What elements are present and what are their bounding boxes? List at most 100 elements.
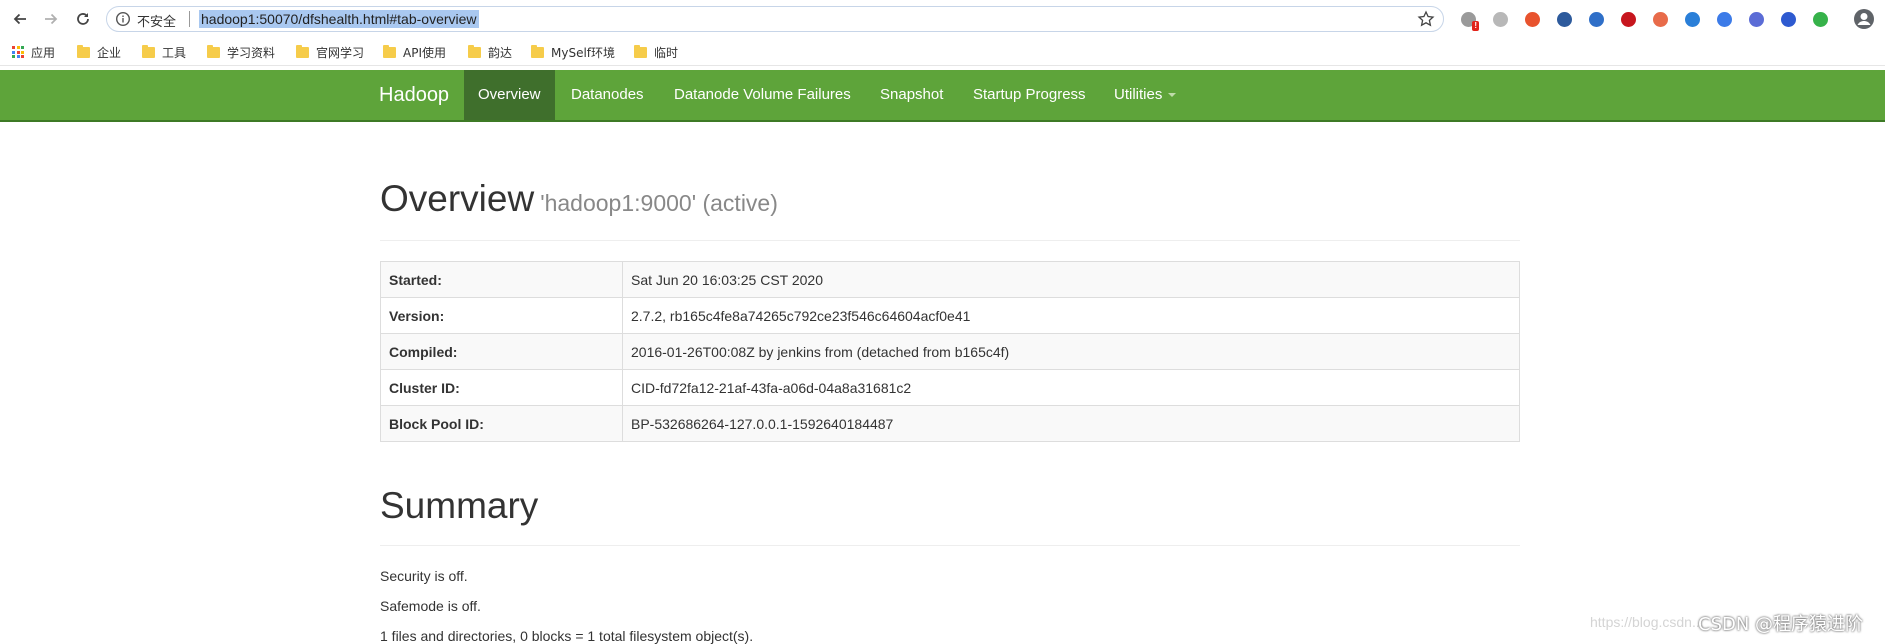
extension-badge: ! [1472,21,1479,31]
profile-avatar-icon[interactable] [1853,8,1875,30]
summary-heading: Summary [380,485,539,526]
row-key: Cluster ID: [380,369,623,406]
folder-icon [207,44,220,58]
overview-table: Started: Sat Jun 20 16:03:25 CST 2020 Ve… [380,261,1520,442]
bookmark-folder[interactable]: 韵达 [468,42,512,62]
filesystem-objects: 1 files and directories, 0 blocks = 1 to… [380,628,754,644]
folder-icon [77,44,90,58]
extension-dot [1812,11,1828,27]
ext-5-icon[interactable] [1585,8,1607,30]
bookmark-label: 临时 [654,45,679,60]
security-status: Security is off. [380,568,468,584]
extension-dot [1652,11,1668,27]
bookmark-folder[interactable]: 工具 [142,42,186,62]
watermark-url: https://blog.csdn... [1590,614,1704,630]
address-bar[interactable]: 不安全 hadoop1:50070/dfshealth.html#tab-ove… [106,6,1444,32]
bookmark-label: 工具 [162,45,187,60]
ext-2-icon[interactable] [1489,8,1511,30]
ext-8-icon[interactable] [1681,8,1703,30]
forward-button[interactable] [40,8,62,30]
folder-icon [634,44,647,58]
ext-abp-icon[interactable] [1617,8,1639,30]
bookmark-folder[interactable]: MySelf环境 [531,42,615,62]
security-label: 不安全 [137,15,177,30]
caret-down-icon [1168,93,1177,98]
extension-dot [1620,11,1636,27]
ext-1-icon[interactable]: ! [1457,8,1479,31]
extension-dot [1588,11,1604,27]
divider [380,545,1520,546]
row-key: Version: [380,297,623,334]
table-row: Compiled: 2016-01-26T00:08Z by jenkins f… [380,333,1520,370]
extension-dot [1716,11,1732,27]
url-text[interactable]: hadoop1:50070/dfshealth.html#tab-overvie… [199,10,479,28]
ext-3-icon[interactable] [1521,8,1543,30]
bookmarks-bar: 应用 企业 工具 学习资料 官网学习 API使用 韵达 MySelf环境 临时 [0,38,1885,66]
tab-utilities-dropdown[interactable]: Utilities [1114,70,1177,120]
row-key: Started: [380,261,623,298]
ext-4-icon[interactable] [1553,8,1575,30]
folder-icon [296,44,309,58]
table-row: Block Pool ID: BP-532686264-127.0.0.1-15… [380,405,1520,442]
table-row: Version: 2.7.2, rb165c4fe8a74265c792ce23… [380,297,1520,334]
folder-icon [383,44,396,58]
info-icon[interactable] [115,11,131,27]
row-value: BP-532686264-127.0.0.1-1592640184487 [622,405,1520,442]
bookmark-star-icon[interactable] [1417,10,1435,28]
back-button[interactable] [9,8,31,30]
forward-arrow-icon [45,13,58,25]
bookmark-label: 企业 [97,45,122,60]
ext-10-icon[interactable] [1745,8,1767,30]
extension-dot [1556,11,1572,27]
ext-11-icon[interactable] [1777,8,1799,30]
row-key: Block Pool ID: [380,405,623,442]
ext-translate-icon[interactable] [1713,8,1735,30]
row-value: CID-fd72fa12-21af-43fa-a06d-04a8a31681c2 [622,369,1520,406]
apps-grid-icon [12,46,24,58]
bookmark-folder[interactable]: 企业 [77,42,121,62]
bookmark-label: MySelf环境 [551,45,616,60]
folder-icon [142,44,155,58]
browser-toolbar: 不安全 hadoop1:50070/dfshealth.html#tab-ove… [0,0,1885,38]
extensions-bar: ! [1457,8,1831,31]
row-key: Compiled: [380,333,623,370]
extension-dot [1684,11,1700,27]
tab-snapshot[interactable]: Snapshot [880,70,943,120]
overview-title: Overview [380,178,535,219]
ext-7-icon[interactable] [1649,8,1671,30]
bookmark-label: 应用 [31,45,56,60]
bookmark-apps[interactable]: 应用 [12,42,55,62]
hadoop-navbar: Hadoop Overview Datanodes Datanode Volum… [0,70,1885,122]
bookmark-folder[interactable]: 学习资料 [207,42,275,62]
row-value: 2016-01-26T00:08Z by jenkins from (detac… [622,333,1520,370]
bookmark-folder[interactable]: API使用 [383,42,446,62]
bookmark-folder[interactable]: 临时 [634,42,678,62]
overview-subtitle: 'hadoop1:9000' (active) [540,190,778,216]
bookmark-label: 韵达 [488,45,513,60]
hadoop-brand[interactable]: Hadoop [379,84,449,107]
row-value: 2.7.2, rb165c4fe8a74265c792ce23f546c6460… [622,297,1520,334]
folder-icon [531,44,544,58]
ext-12-icon[interactable] [1809,8,1831,30]
bookmark-folder[interactable]: 官网学习 [296,42,364,62]
tab-startup-progress[interactable]: Startup Progress [973,70,1086,120]
table-row: Cluster ID: CID-fd72fa12-21af-43fa-a06d-… [380,369,1520,406]
back-arrow-icon [13,13,26,25]
bookmark-label: 官网学习 [316,45,365,60]
extension-dot [1780,11,1796,27]
overview-heading: Overview'hadoop1:9000' (active) [380,178,778,220]
tab-datanode-volume-failures[interactable]: Datanode Volume Failures [674,70,851,120]
csdn-watermark: CSDN @程序猿进阶 [1698,614,1864,635]
tab-overview[interactable]: Overview [464,70,555,120]
reload-button[interactable] [72,8,94,30]
reload-icon [77,13,89,25]
bookmark-label: API使用 [403,45,446,60]
bookmark-label: 学习资料 [227,45,276,60]
row-value: Sat Jun 20 16:03:25 CST 2020 [622,261,1520,298]
tab-utilities-label: Utilities [1114,86,1163,103]
table-row: Started: Sat Jun 20 16:03:25 CST 2020 [380,261,1520,298]
divider [380,240,1520,241]
extension-dot [1748,11,1764,27]
extension-dot [1492,11,1508,27]
tab-datanodes[interactable]: Datanodes [571,70,644,120]
